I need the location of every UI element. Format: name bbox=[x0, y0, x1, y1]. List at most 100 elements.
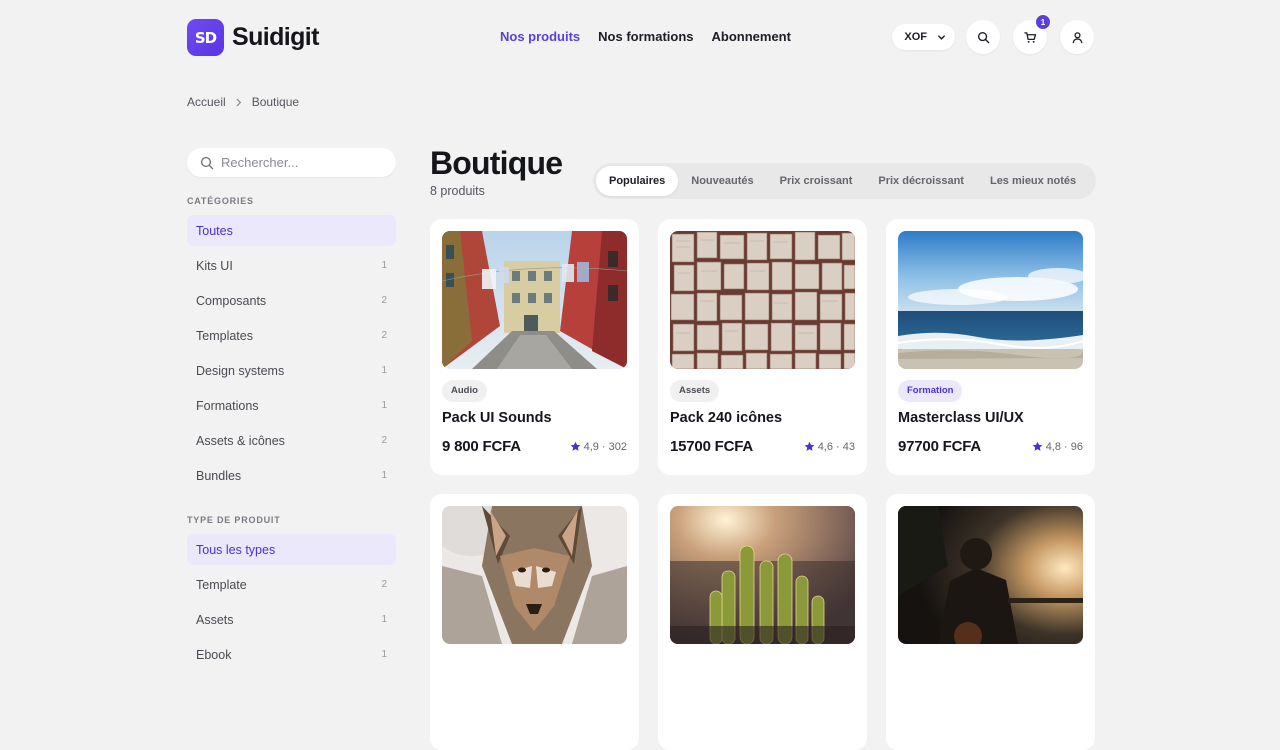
breadcrumb: Accueil Boutique bbox=[187, 95, 299, 109]
search-icon bbox=[977, 31, 989, 43]
sort-tab-nouveautes[interactable]: Nouveautés bbox=[678, 166, 766, 196]
card-footer: 97700 FCFA 4,8 · 96 bbox=[898, 438, 1083, 455]
sort-tab-mieux-notes[interactable]: Les mieux notés bbox=[977, 166, 1089, 196]
star-icon bbox=[570, 441, 580, 451]
brand-name: Suidigit bbox=[232, 23, 319, 51]
category-count: 2 bbox=[381, 330, 387, 341]
category-tag: Audio bbox=[442, 380, 487, 402]
header-actions: XOF 1 bbox=[892, 14, 1094, 54]
rating-value: 4,8 · 96 bbox=[1045, 440, 1083, 453]
search-input[interactable] bbox=[221, 155, 391, 170]
product-image-cactus bbox=[670, 506, 855, 644]
product-rating: 4,9 · 302 bbox=[570, 441, 627, 453]
category-tag: Assets bbox=[670, 380, 720, 402]
product-image-book-pages bbox=[670, 231, 855, 369]
category-item-kits-ui[interactable]: Kits UI 1 bbox=[187, 250, 396, 281]
category-label: Bundles bbox=[196, 468, 242, 483]
user-icon bbox=[1072, 31, 1082, 43]
type-item-assets[interactable]: Assets 1 bbox=[187, 604, 396, 635]
page-title: Boutique bbox=[430, 145, 563, 181]
rating-value: 4,6 · 43 bbox=[817, 440, 855, 453]
chevron-down-icon bbox=[938, 34, 945, 40]
category-item-toutes[interactable]: Toutes bbox=[187, 215, 396, 246]
rating-value: 4,9 · 302 bbox=[583, 440, 627, 453]
type-label: Tous les types bbox=[196, 542, 276, 557]
product-price: 9 800 FCFA bbox=[442, 438, 521, 455]
search-box[interactable] bbox=[187, 148, 396, 177]
product-card[interactable]: Audio Pack UI Sounds 9 800 FCFA 4,9 · 30… bbox=[430, 219, 639, 475]
category-item-templates[interactable]: Templates 2 bbox=[187, 320, 396, 351]
type-count: 1 bbox=[381, 614, 387, 625]
category-label: Composants bbox=[196, 293, 267, 308]
account-button[interactable] bbox=[1060, 20, 1094, 54]
type-label: Ebook bbox=[196, 647, 232, 662]
type-item-tous[interactable]: Tous les types bbox=[187, 534, 396, 565]
chevron-right-icon bbox=[236, 98, 241, 106]
product-card[interactable] bbox=[430, 494, 639, 750]
category-item-formations[interactable]: Formations 1 bbox=[187, 390, 396, 421]
category-label: Toutes bbox=[196, 223, 233, 238]
category-label: Assets & icônes bbox=[196, 433, 285, 448]
category-list: Toutes Kits UI 1 Composants 2 Templates … bbox=[187, 215, 396, 491]
search-button[interactable] bbox=[966, 20, 1000, 54]
product-rating: 4,8 · 96 bbox=[1032, 441, 1083, 453]
category-label: Templates bbox=[196, 328, 253, 343]
nav-item-produits[interactable]: Nos produits bbox=[500, 29, 580, 44]
category-count: 1 bbox=[381, 365, 387, 376]
sort-tab-prix-decroissant[interactable]: Prix décroissant bbox=[865, 166, 977, 196]
product-card[interactable] bbox=[886, 494, 1095, 750]
category-tag: Formation bbox=[898, 380, 963, 402]
product-card[interactable]: Formation Masterclass UI/UX 97700 FCFA 4… bbox=[886, 219, 1095, 475]
breadcrumb-boutique: Boutique bbox=[251, 95, 300, 109]
category-item-design-systems[interactable]: Design systems 1 bbox=[187, 355, 396, 386]
logo-mark-icon: SD bbox=[187, 19, 224, 56]
search-icon bbox=[200, 156, 214, 169]
star-icon bbox=[1032, 441, 1043, 451]
type-count: 2 bbox=[381, 579, 387, 590]
product-title: Masterclass UI/UX bbox=[898, 410, 1024, 426]
types-title: TYPE DE PRODUIT bbox=[187, 515, 281, 525]
product-image-silhouette bbox=[898, 506, 1083, 644]
categories-title: CATÉGORIES bbox=[187, 196, 254, 206]
type-label: Assets bbox=[196, 612, 234, 627]
category-item-bundles[interactable]: Bundles 1 bbox=[187, 460, 396, 491]
nav-item-abonnement[interactable]: Abonnement bbox=[712, 29, 791, 44]
brand-logo[interactable]: SD Suidigit bbox=[187, 19, 319, 56]
product-title: Pack UI Sounds bbox=[442, 410, 552, 426]
product-image-ocean bbox=[898, 231, 1083, 369]
type-item-template[interactable]: Template 2 bbox=[187, 569, 396, 600]
category-label: Design systems bbox=[196, 363, 285, 378]
breadcrumb-accueil[interactable]: Accueil bbox=[187, 95, 226, 109]
type-item-ebook[interactable]: Ebook 1 bbox=[187, 639, 396, 670]
product-image-street bbox=[442, 231, 627, 369]
site-header: SD Suidigit Nos produits Nos formations … bbox=[0, 0, 1280, 74]
product-title: Pack 240 icônes bbox=[670, 410, 783, 426]
category-count: 1 bbox=[381, 400, 387, 411]
type-count: 1 bbox=[381, 649, 387, 660]
product-count: 8 produits bbox=[430, 184, 485, 198]
cart-button[interactable]: 1 bbox=[1013, 14, 1051, 54]
category-item-assets-icones[interactable]: Assets & icônes 2 bbox=[187, 425, 396, 456]
card-footer: 9 800 FCFA 4,9 · 302 bbox=[442, 438, 627, 455]
currency-select[interactable]: XOF bbox=[892, 24, 955, 50]
product-price: 97700 FCFA bbox=[898, 438, 982, 455]
star-icon bbox=[804, 441, 815, 451]
category-count: 1 bbox=[381, 470, 387, 481]
category-label: Formations bbox=[196, 398, 259, 413]
category-count: 1 bbox=[381, 260, 387, 271]
type-label: Template bbox=[196, 577, 247, 592]
cart-icon bbox=[1023, 31, 1036, 43]
nav-item-formations[interactable]: Nos formations bbox=[598, 29, 693, 44]
filter-sidebar: CATÉGORIES Toutes Kits UI 1 Composants 2… bbox=[187, 148, 396, 674]
sort-tab-populaires[interactable]: Populaires bbox=[596, 166, 679, 196]
product-card[interactable]: Assets Pack 240 icônes 15700 FCFA 4,6 · … bbox=[658, 219, 867, 475]
product-card[interactable] bbox=[658, 494, 867, 750]
currency-value: XOF bbox=[904, 31, 927, 43]
sort-tabs: Populaires Nouveautés Prix croissant Pri… bbox=[593, 163, 1096, 199]
type-list: Tous les types Template 2 Assets 1 Ebook… bbox=[187, 534, 396, 670]
category-item-composants[interactable]: Composants 2 bbox=[187, 285, 396, 316]
category-count: 2 bbox=[381, 435, 387, 446]
cart-count-badge: 1 bbox=[1035, 14, 1051, 30]
sort-tab-prix-croissant[interactable]: Prix croissant bbox=[767, 166, 866, 196]
product-image-coyote bbox=[442, 506, 627, 644]
